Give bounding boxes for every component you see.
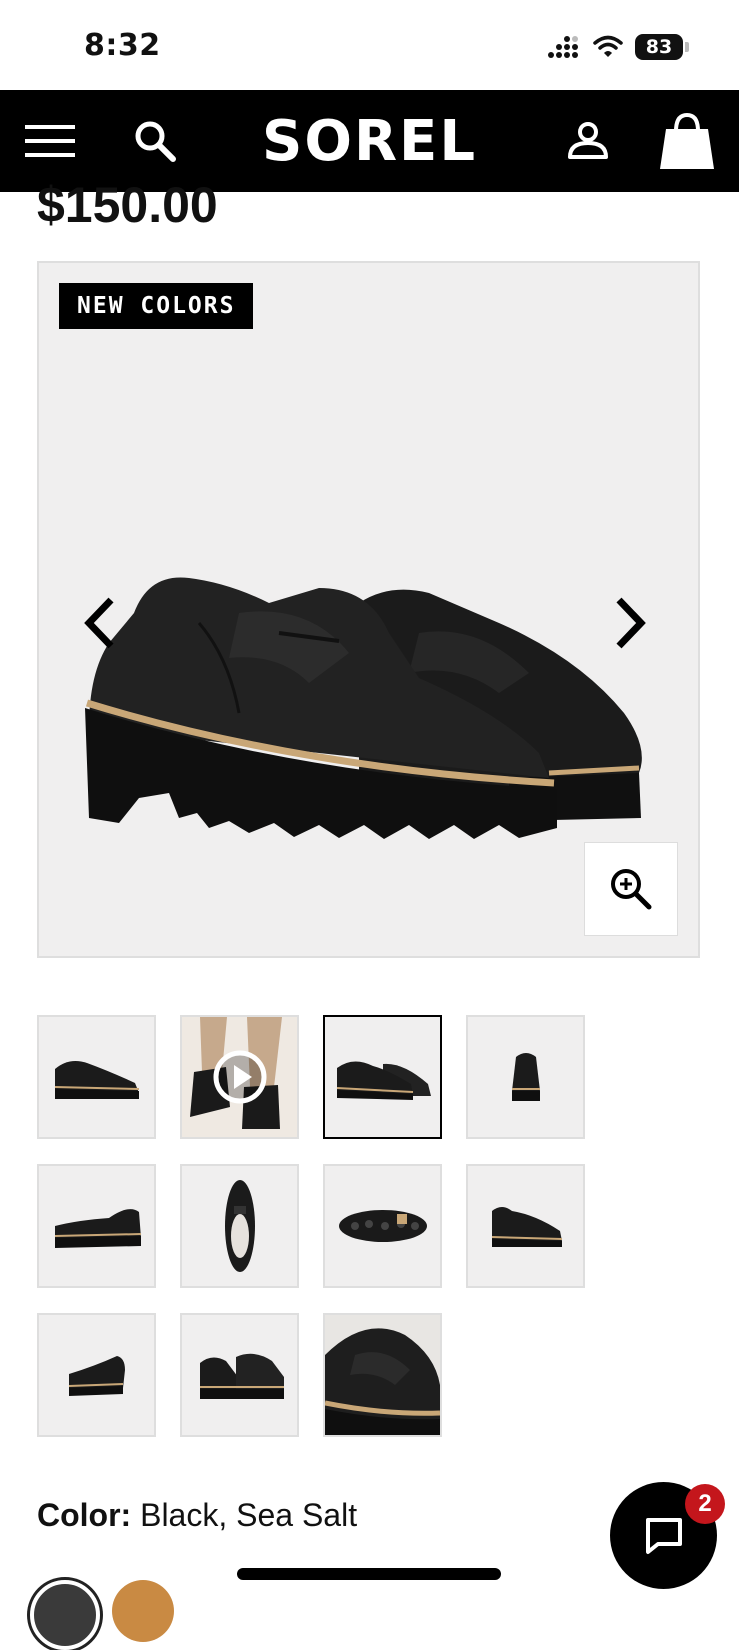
battery-tip [685,42,689,52]
loafer-side-thumb [54,1061,139,1099]
menu-icon [25,125,75,157]
thumbnail-selected[interactable] [323,1015,442,1139]
status-icons: 83 [547,34,689,60]
home-indicator [237,1568,501,1580]
loafer-side-thumb [54,1209,141,1248]
chat-unread-badge: 2 [685,1484,725,1524]
thumbnail[interactable] [180,1313,299,1437]
color-value: Black, Sea Salt [131,1497,358,1533]
next-image-button[interactable] [605,593,655,653]
color-swatch-black[interactable] [30,1580,100,1650]
loafer-closeup-thumb [325,1328,440,1435]
search-icon [135,121,176,162]
thumbnail[interactable] [323,1313,442,1437]
color-swatch-tan[interactable] [112,1580,174,1642]
zoom-in-icon [611,869,652,910]
thumbnail[interactable] [466,1015,585,1139]
loafer-angle-thumb [491,1207,562,1247]
battery-indicator: 83 [635,34,683,60]
chat-bubble-icon [645,1517,682,1554]
account-icon [568,122,608,159]
thumbnail[interactable] [37,1164,156,1288]
chevron-right-icon [616,597,646,649]
wifi-icon [593,35,623,57]
status-time: 8:32 [84,28,161,63]
status-bar: 8:32 83 [0,0,739,90]
loafer-sole-thumb [338,1210,427,1242]
loafer-pair-front-thumb [199,1353,284,1399]
thumbnail[interactable] [37,1313,156,1437]
bag-icon [660,112,714,169]
zoom-button[interactable] [584,842,678,936]
color-label: Color: [37,1497,132,1533]
new-colors-badge: NEW COLORS [59,283,254,329]
loafer-pair-thumb [336,1061,431,1100]
thumbnail[interactable] [466,1164,585,1288]
color-selection-label: Color: Black, Sea Salt [37,1497,357,1534]
thumbnail[interactable] [323,1164,442,1288]
chevron-left-icon [84,597,114,649]
account-button[interactable] [562,90,614,192]
previous-image-button[interactable] [75,593,125,653]
loafer-front-thumb [511,1053,540,1101]
thumbnail[interactable] [37,1015,156,1139]
product-price: $150.00 [37,177,218,233]
loafer-angle-thumb [68,1356,125,1396]
main-product-image[interactable]: NEW COLORS [37,261,700,958]
thumbnail[interactable] [180,1164,299,1288]
play-icon [213,1050,266,1104]
brand-logo-text[interactable]: SOREL [262,109,477,174]
loafer-top-thumb [224,1180,255,1272]
loafer-pair-image [85,577,642,839]
bag-button[interactable] [655,90,719,192]
signal-icon [548,36,578,58]
video-thumbnail[interactable] [180,1015,299,1139]
